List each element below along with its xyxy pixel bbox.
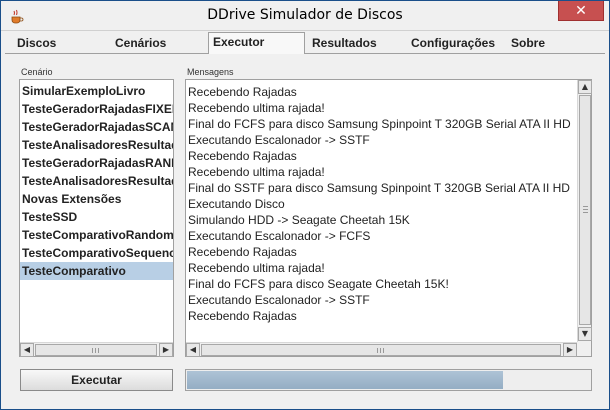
message-lines: Recebendo Rajadas Recebendo ultima rajada…: [186, 84, 577, 324]
message-line: Recebendo Rajadas: [188, 309, 297, 323]
tab-configuracoes[interactable]: Configurações: [407, 34, 499, 54]
message-line: Final do SSTF para disco Samsung Spinpoi…: [188, 181, 570, 195]
close-button[interactable]: ✕: [558, 1, 604, 21]
scenario-list-item[interactable]: TesteAnalisadoresResultado: [20, 136, 173, 154]
scroll-right-button[interactable]: ▶: [563, 343, 577, 357]
scroll-corner: [577, 342, 591, 356]
scrollbar-thumb[interactable]: [201, 344, 561, 356]
scroll-up-button[interactable]: ▲: [578, 80, 592, 94]
scroll-right-button[interactable]: ▶: [159, 343, 173, 357]
message-line: Executando Escalonador -> FCFS: [188, 229, 371, 243]
scrollbar-thumb[interactable]: [35, 344, 157, 356]
scrollbar-thumb[interactable]: [579, 95, 591, 325]
close-icon: ✕: [575, 3, 587, 19]
title-bar: DDrive Simulador de Discos ✕: [1, 1, 609, 31]
message-line: Recebendo ultima rajada!: [188, 165, 325, 179]
message-line: Final do FCFS para disco Seagate Cheetah…: [188, 277, 449, 291]
scenario-panel-label: Cenário: [21, 67, 53, 77]
scenario-hscrollbar[interactable]: ◀ ▶: [20, 342, 173, 357]
chevron-right-icon: ▶: [162, 345, 170, 354]
progress-bar: [185, 369, 592, 391]
scenario-list-item[interactable]: TesteComparativoRandom: [20, 226, 173, 244]
scenario-list-item[interactable]: TesteGeradorRajadasSCAN: [20, 118, 173, 136]
scenario-list-item[interactable]: TesteComparativo: [20, 262, 173, 280]
scroll-down-button[interactable]: ▼: [578, 327, 592, 341]
scenario-list: SimularExemploLivro TesteGeradorRajadasFI…: [19, 79, 174, 357]
window-title: DDrive Simulador de Discos: [207, 7, 403, 23]
chevron-down-icon: ▼: [581, 329, 589, 338]
messages-vscrollbar[interactable]: ▲ ▼: [577, 80, 592, 342]
scenario-list-item[interactable]: Novas Extensões: [20, 190, 173, 208]
tab-bar: Discos Cenários Executor Resultados Conf…: [5, 32, 605, 54]
message-line: Recebendo Rajadas: [188, 85, 297, 99]
message-line: Recebendo ultima rajada!: [188, 261, 325, 275]
message-line: Final do FCFS para disco Samsung Spinpoi…: [188, 117, 571, 131]
chevron-left-icon: ◀: [189, 345, 197, 354]
message-line: Recebendo ultima rajada!: [188, 101, 325, 115]
scroll-left-button[interactable]: ◀: [186, 343, 200, 357]
messages-area[interactable]: Recebendo Rajadas Recebendo ultima rajada…: [185, 79, 592, 357]
scenario-list-item[interactable]: TesteGeradorRajadasFIXED: [20, 100, 173, 118]
messages-hscrollbar[interactable]: ◀ ▶: [186, 342, 577, 357]
message-line: Executando Escalonador -> SSTF: [188, 293, 370, 307]
message-line: Recebendo Rajadas: [188, 245, 297, 259]
execute-button[interactable]: Executar: [20, 369, 173, 391]
chevron-up-icon: ▲: [581, 82, 589, 91]
chevron-right-icon: ▶: [566, 345, 574, 354]
message-line: Executando Disco: [188, 197, 285, 211]
scenario-list-item[interactable]: TesteAnalisadoresResultado: [20, 172, 173, 190]
tab-sobre[interactable]: Sobre: [507, 34, 549, 54]
app-window: DDrive Simulador de Discos ✕ Discos Cená…: [0, 0, 610, 410]
chevron-left-icon: ◀: [23, 345, 31, 354]
progress-fill: [187, 371, 503, 389]
scenario-list-item[interactable]: TesteSSD: [20, 208, 173, 226]
tab-executor[interactable]: Executor: [208, 32, 305, 54]
scenario-list-item[interactable]: TesteComparativoSequencial: [20, 244, 173, 262]
tab-resultados[interactable]: Resultados: [308, 34, 381, 54]
scenario-list-item[interactable]: TesteGeradorRajadasRANDOM: [20, 154, 173, 172]
message-line: Recebendo Rajadas: [188, 149, 297, 163]
tab-discos[interactable]: Discos: [13, 34, 60, 54]
message-line: Simulando HDD -> Seagate Cheetah 15K: [188, 213, 410, 227]
scenario-items: SimularExemploLivro TesteGeradorRajadasFI…: [20, 82, 173, 280]
messages-panel-label: Mensagens: [187, 67, 234, 77]
message-line: Executando Escalonador -> SSTF: [188, 133, 370, 147]
scenario-list-item[interactable]: SimularExemploLivro: [20, 82, 173, 100]
scroll-left-button[interactable]: ◀: [20, 343, 34, 357]
tab-cenarios[interactable]: Cenários: [111, 34, 170, 54]
